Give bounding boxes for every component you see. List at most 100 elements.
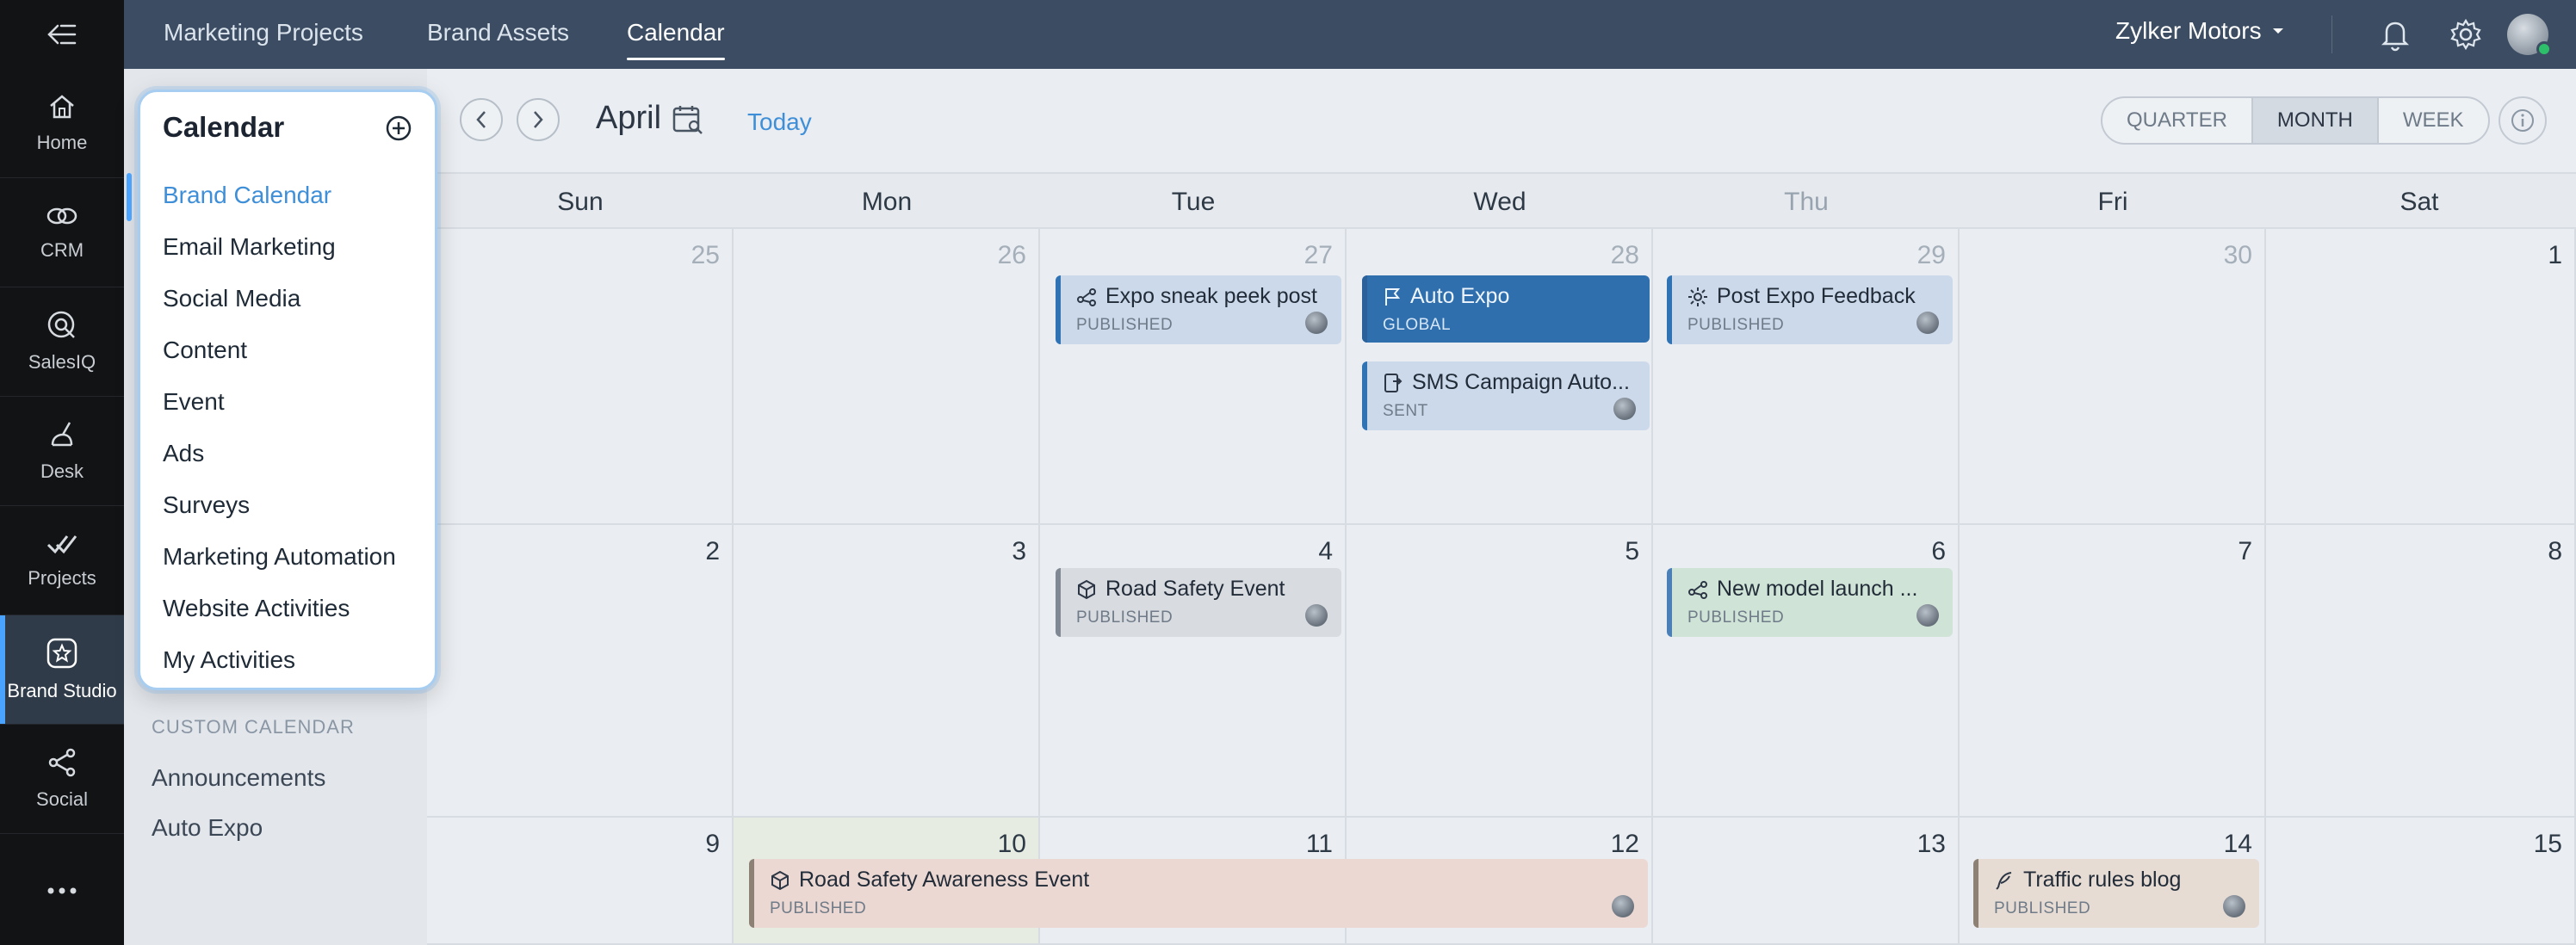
- calendar-item-email-marketing[interactable]: Email Marketing: [163, 233, 336, 261]
- social-icon: [48, 748, 76, 777]
- event-owner-avatar: [1613, 398, 1636, 420]
- calendar-item-event[interactable]: Event: [163, 388, 225, 416]
- event-owner-avatar: [2223, 895, 2245, 917]
- today-button[interactable]: Today: [747, 108, 812, 136]
- day-number: 29: [1917, 241, 1946, 269]
- day-cell[interactable]: 26: [734, 229, 1040, 525]
- day-cell[interactable]: 5: [1347, 525, 1653, 818]
- event-card[interactable]: Expo sneak peek post PUBLISHED: [1056, 275, 1341, 344]
- salesiq-icon: [47, 311, 75, 338]
- calendar-item-surveys[interactable]: Surveys: [163, 491, 250, 519]
- day-number: 30: [2223, 241, 2252, 269]
- day-cell[interactable]: 25: [427, 229, 734, 525]
- event-status: PUBLISHED: [1687, 316, 1785, 334]
- org-switcher[interactable]: Zylker Motors: [2115, 17, 2284, 45]
- event-card[interactable]: New model launch ... PUBLISHED: [1667, 568, 1953, 637]
- chevron-left-icon: [476, 111, 486, 128]
- custom-calendar-item-announcements[interactable]: Announcements: [152, 764, 325, 792]
- day-cell[interactable]: 27: [1040, 229, 1347, 525]
- day-cell[interactable]: 2: [427, 525, 734, 818]
- event-status: PUBLISHED: [770, 899, 867, 917]
- event-card[interactable]: Post Expo Feedback PUBLISHED: [1667, 275, 1953, 344]
- event-status: PUBLISHED: [1994, 899, 2091, 917]
- home-icon: [50, 95, 74, 119]
- calendar-item-website-activities[interactable]: Website Activities: [163, 595, 350, 622]
- day-number: 28: [1610, 241, 1639, 269]
- active-item-marker: [127, 173, 132, 221]
- day-cell[interactable]: 29: [1653, 229, 1960, 525]
- settings-button[interactable]: [2449, 17, 2483, 56]
- prev-month-button[interactable]: [460, 98, 503, 141]
- event-card[interactable]: Road Safety Awareness Event PUBLISHED: [749, 859, 1648, 928]
- calendar-item-social-media[interactable]: Social Media: [163, 285, 300, 312]
- event-card[interactable]: SMS Campaign Auto... SENT: [1362, 361, 1650, 430]
- day-cell[interactable]: 15: [2266, 818, 2576, 945]
- event-status: PUBLISHED: [1076, 316, 1173, 334]
- rail-item-desk[interactable]: Desk: [0, 397, 124, 506]
- caret-down-icon: [2272, 28, 2283, 34]
- more-icon: [47, 887, 77, 894]
- rail-item-crm[interactable]: CRM: [0, 178, 124, 287]
- tab-marketing-projects[interactable]: Marketing Projects: [164, 19, 363, 46]
- rail-label-home: Home: [36, 132, 88, 153]
- rail-item-social[interactable]: Social: [0, 725, 124, 834]
- event-title: Expo sneak peek post: [1105, 284, 1317, 308]
- event-owner-avatar: [1917, 604, 1939, 627]
- user-avatar[interactable]: [2507, 14, 2552, 57]
- add-calendar-button[interactable]: [385, 114, 412, 146]
- day-number: 27: [1303, 241, 1333, 269]
- brand-studio-icon: [46, 638, 77, 669]
- event-owner-avatar: [1305, 604, 1328, 627]
- day-cell[interactable]: 7: [1960, 525, 2266, 818]
- date-picker-button[interactable]: [672, 103, 704, 140]
- calendar-item-content[interactable]: Content: [163, 337, 247, 364]
- online-status-dot: [2536, 41, 2552, 57]
- day-cell[interactable]: 13: [1653, 818, 1960, 945]
- view-month-button[interactable]: MONTH: [2252, 98, 2379, 143]
- custom-calendar-item-auto-expo[interactable]: Auto Expo: [152, 814, 263, 842]
- day-number: 7: [2238, 537, 2252, 565]
- feedback-icon: [1688, 287, 1707, 306]
- day-number: 11: [1305, 830, 1333, 858]
- day-cell[interactable]: 1: [2266, 229, 2576, 525]
- calendar-item-my-activities[interactable]: My Activities: [163, 646, 295, 674]
- day-cell[interactable]: 8: [2266, 525, 2576, 818]
- view-quarter-button[interactable]: QUARTER: [2102, 98, 2253, 143]
- top-bar: Marketing Projects Brand Assets Calendar…: [124, 0, 2576, 69]
- notifications-button[interactable]: [2380, 17, 2411, 56]
- rail-item-brand-studio[interactable]: Brand Studio: [0, 615, 124, 725]
- flag-icon: [1385, 287, 1401, 306]
- menu-collapse-icon: [47, 24, 77, 45]
- view-switcher: QUARTER MONTH WEEK: [2101, 96, 2490, 145]
- next-month-button[interactable]: [517, 98, 560, 141]
- rail-item-salesiq[interactable]: SalesIQ: [0, 287, 124, 397]
- day-cell[interactable]: 30: [1960, 229, 2266, 525]
- calendar-item-marketing-automation[interactable]: Marketing Automation: [163, 543, 396, 571]
- rail-label-salesiq: SalesIQ: [28, 351, 96, 373]
- weekday-wed: Wed: [1473, 188, 1526, 216]
- view-week-button[interactable]: WEEK: [2379, 98, 2488, 143]
- event-owner-avatar: [1305, 312, 1328, 334]
- bell-icon: [2381, 22, 2410, 52]
- calendar-search-icon: [672, 106, 703, 134]
- rail-item-home[interactable]: Home: [0, 69, 124, 178]
- org-name: Zylker Motors: [2115, 17, 2262, 44]
- event-card[interactable]: Auto Expo GLOBAL: [1362, 275, 1650, 343]
- blog-pen-icon: [1996, 871, 2012, 890]
- event-card[interactable]: Road Safety Event PUBLISHED: [1056, 568, 1341, 637]
- tab-calendar[interactable]: Calendar: [627, 19, 725, 60]
- day-cell[interactable]: 9: [427, 818, 734, 945]
- rail-label-crm: CRM: [40, 239, 84, 261]
- rail-label-desk: Desk: [40, 460, 84, 482]
- day-number: 26: [997, 241, 1026, 269]
- event-card[interactable]: Traffic rules blog PUBLISHED: [1973, 859, 2259, 928]
- day-number: 13: [1917, 830, 1946, 858]
- more-apps-button[interactable]: [0, 852, 124, 930]
- collapse-menu-button[interactable]: [0, 0, 124, 69]
- info-button[interactable]: [2499, 96, 2547, 145]
- rail-item-projects[interactable]: Projects: [0, 506, 124, 615]
- day-cell[interactable]: 3: [734, 525, 1040, 818]
- calendar-item-ads[interactable]: Ads: [163, 440, 204, 467]
- tab-brand-assets[interactable]: Brand Assets: [427, 19, 569, 46]
- calendar-item-brand-calendar[interactable]: Brand Calendar: [163, 182, 331, 209]
